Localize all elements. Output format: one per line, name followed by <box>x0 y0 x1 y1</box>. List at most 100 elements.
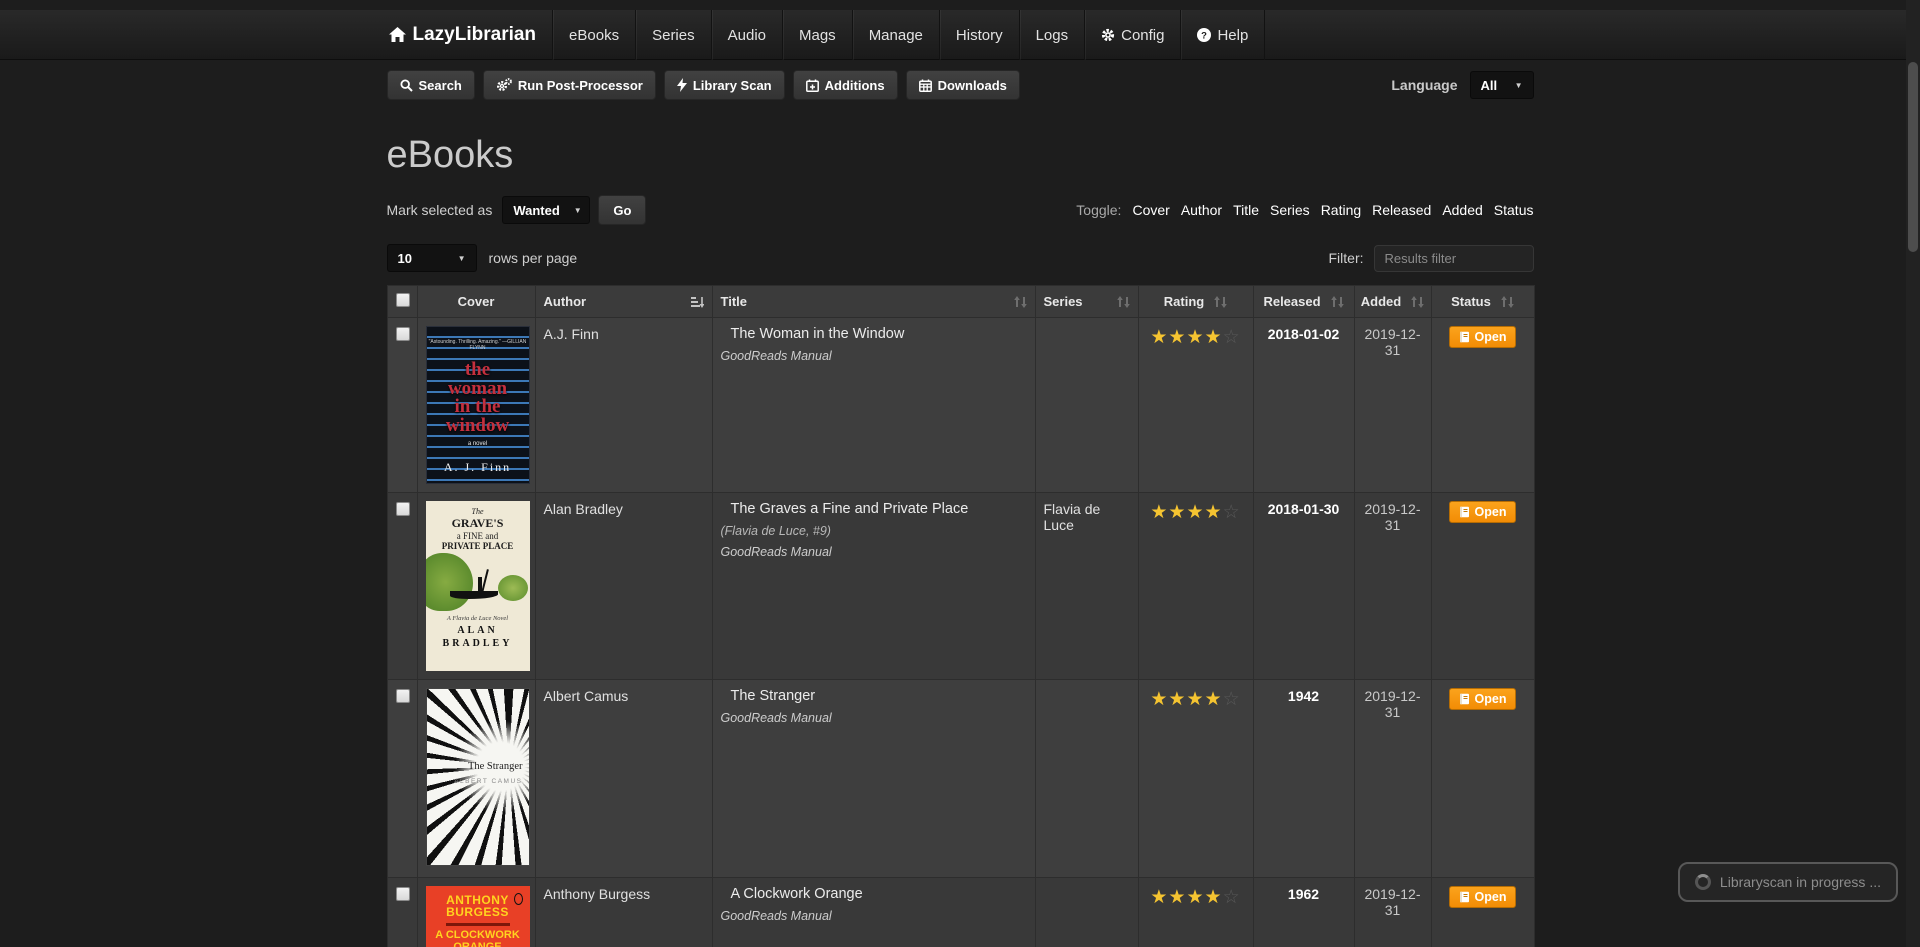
scrollbar-thumb[interactable] <box>1908 62 1918 252</box>
book-cover[interactable]: The GRAVE'S a FINE and PRIVATE PLACE A F… <box>426 501 530 671</box>
filter-input[interactable] <box>1374 245 1534 272</box>
search-button[interactable]: Search <box>387 70 475 100</box>
row-checkbox[interactable] <box>396 887 410 901</box>
cover-title: A CLOCKWORK ORANGE <box>426 930 530 947</box>
nav-menu: eBooks Series Audio Mags Manage History … <box>552 10 1265 60</box>
star-filled-icon: ★ <box>1150 887 1168 908</box>
brand-label: LazyLibrarian <box>413 24 537 46</box>
title-cell: A Clockwork Orange GoodReads Manual <box>712 878 1035 947</box>
star-filled-icon: ★ <box>1205 502 1223 523</box>
language-select[interactable]: All ▼ <box>1470 71 1534 99</box>
toggle-cover[interactable]: Cover <box>1132 202 1169 218</box>
nav-item-config[interactable]: Config <box>1084 10 1180 60</box>
cover-title: GRAVE'S <box>426 516 530 531</box>
home-icon <box>389 27 406 43</box>
star-rating: ★★★★☆ <box>1150 886 1240 909</box>
toggle-status[interactable]: Status <box>1494 202 1534 218</box>
header-label: Title <box>721 294 748 309</box>
brand[interactable]: LazyLibrarian <box>387 10 553 60</box>
series-link[interactable]: Flavia de Luce <box>1044 501 1101 533</box>
cover-author: ALBERT CAMUS <box>454 778 522 785</box>
nav-item-audio[interactable]: Audio <box>711 10 782 60</box>
nav-label: Audio <box>728 27 766 44</box>
star-rating: ★★★★☆ <box>1150 501 1240 524</box>
nav-item-history[interactable]: History <box>939 10 1019 60</box>
title-link[interactable]: The Woman in the Window <box>731 326 1027 342</box>
title-link[interactable]: A Clockwork Orange <box>731 886 1027 902</box>
sort-both-icon <box>1014 296 1027 308</box>
open-button[interactable]: Open <box>1449 688 1517 710</box>
author-cell: A.J. Finn <box>535 318 712 493</box>
star-empty-icon: ☆ <box>1223 327 1241 348</box>
star-filled-icon: ★ <box>1186 887 1204 908</box>
sort-both-icon <box>1117 296 1130 308</box>
column-header-series[interactable]: Series <box>1035 286 1138 318</box>
toggle-added[interactable]: Added <box>1442 202 1482 218</box>
row-checkbox[interactable] <box>396 689 410 703</box>
book-cover[interactable]: "Astounding. Thrilling. Amazing." —GILLI… <box>426 326 530 484</box>
table-header-row: Cover Author Title Series Rating Release… <box>387 286 1534 318</box>
additions-button[interactable]: Additions <box>793 70 898 100</box>
toggle-released[interactable]: Released <box>1372 202 1431 218</box>
column-header-cover[interactable]: Cover <box>417 286 535 318</box>
run-post-processor-button[interactable]: Run Post-Processor <box>483 70 656 100</box>
mark-status-select[interactable]: Wanted ▼ <box>502 196 590 224</box>
book-cover[interactable]: The Stranger ALBERT CAMUS <box>426 688 530 866</box>
author-link[interactable]: Alan Bradley <box>544 501 623 517</box>
select-all-checkbox[interactable] <box>396 293 410 307</box>
search-label: Search <box>419 78 462 93</box>
nav-item-help[interactable]: ? Help <box>1180 10 1265 60</box>
svg-text:?: ? <box>1202 30 1208 41</box>
nav-item-series[interactable]: Series <box>635 10 711 60</box>
title-link[interactable]: The Graves a Fine and Private Place <box>731 501 1027 517</box>
nav-item-manage[interactable]: Manage <box>852 10 939 60</box>
column-header-title[interactable]: Title <box>712 286 1035 318</box>
column-header-author[interactable]: Author <box>535 286 712 318</box>
column-header-status[interactable]: Status <box>1431 286 1534 318</box>
rows-per-page-select[interactable]: 10 ▼ <box>387 244 477 272</box>
scrollbar-track[interactable] <box>1906 0 1920 947</box>
cover-author: ALAN BRADLEY <box>426 625 530 650</box>
nav-label: eBooks <box>569 27 619 44</box>
toggle-series[interactable]: Series <box>1270 202 1310 218</box>
cover-title: a FINE and <box>426 531 530 541</box>
row-checkbox[interactable] <box>396 327 410 341</box>
navbar: LazyLibrarian eBooks Series Audio Mags M… <box>0 10 1920 60</box>
toggle-author[interactable]: Author <box>1181 202 1222 218</box>
go-button[interactable]: Go <box>598 195 646 225</box>
downloads-button[interactable]: Downloads <box>906 70 1020 100</box>
cover-author: A. J. Finn <box>427 460 529 475</box>
toggle-rating[interactable]: Rating <box>1321 202 1361 218</box>
column-header-added[interactable]: Added <box>1354 286 1431 318</box>
author-link[interactable]: A.J. Finn <box>544 326 599 342</box>
star-empty-icon: ☆ <box>1223 502 1241 523</box>
row-checkbox[interactable] <box>396 502 410 516</box>
nav-item-ebooks[interactable]: eBooks <box>552 10 635 60</box>
author-link[interactable]: Anthony Burgess <box>544 886 651 902</box>
open-button[interactable]: Open <box>1449 326 1517 348</box>
title-cell: The Woman in the Window GoodReads Manual <box>712 318 1035 493</box>
cover-title: the woman in the window <box>427 361 529 435</box>
filter-label: Filter: <box>1329 250 1364 266</box>
library-scan-button[interactable]: Library Scan <box>664 70 785 100</box>
open-label: Open <box>1475 692 1507 706</box>
nav-label: Series <box>652 27 695 44</box>
nav-item-mags[interactable]: Mags <box>782 10 852 60</box>
book-cover[interactable]: ANTHONY BURGESS A CLOCKWORK ORANGE <box>426 886 530 947</box>
nav-label: Config <box>1121 27 1164 44</box>
toggle-title[interactable]: Title <box>1233 202 1259 218</box>
go-label: Go <box>613 203 631 218</box>
cover-tagline: A Flavia de Luce Novel <box>426 615 530 622</box>
gears-icon <box>496 78 512 92</box>
nav-label: Help <box>1217 27 1248 44</box>
title-link[interactable]: The Stranger <box>731 688 1027 704</box>
star-filled-icon: ★ <box>1168 887 1186 908</box>
nav-item-logs[interactable]: Logs <box>1019 10 1085 60</box>
nav-label: Logs <box>1036 27 1069 44</box>
open-button[interactable]: Open <box>1449 886 1517 908</box>
column-header-rating[interactable]: Rating <box>1138 286 1253 318</box>
author-link[interactable]: Albert Camus <box>544 688 629 704</box>
nav-label: Mags <box>799 27 836 44</box>
open-button[interactable]: Open <box>1449 501 1517 523</box>
column-header-released[interactable]: Released <box>1253 286 1354 318</box>
